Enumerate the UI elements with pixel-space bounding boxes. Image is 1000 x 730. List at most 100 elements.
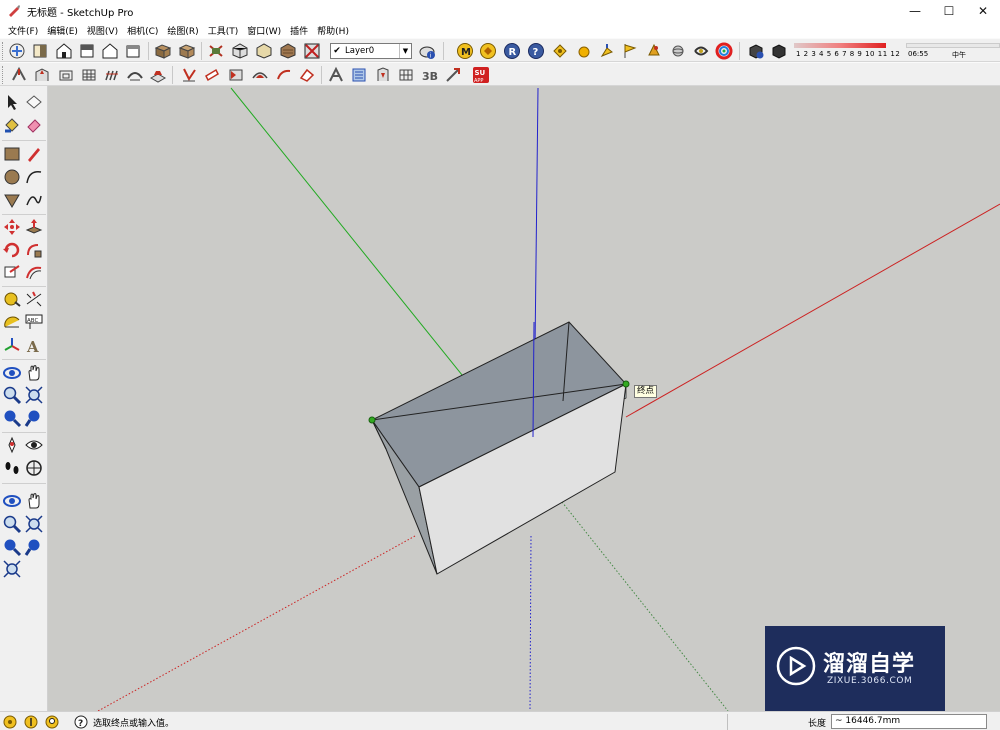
layer-manager-icon[interactable]: i bbox=[418, 42, 436, 60]
offset-icon[interactable] bbox=[57, 66, 75, 84]
arc-icon[interactable] bbox=[24, 167, 44, 187]
sun-ball-icon[interactable] bbox=[575, 42, 593, 60]
rectangle-icon[interactable] bbox=[2, 144, 22, 164]
smoove-icon[interactable] bbox=[126, 66, 144, 84]
position-camera-icon[interactable] bbox=[2, 435, 22, 455]
layer-select[interactable]: ✔ Layer0 ▼ bbox=[330, 43, 412, 59]
toolbar-grip[interactable] bbox=[2, 66, 5, 84]
walk-footprints-icon[interactable] bbox=[2, 458, 22, 478]
extension-warehouse-icon[interactable]: SU APP bbox=[472, 66, 490, 84]
solid-union-icon[interactable] bbox=[298, 66, 316, 84]
color-wheel-icon[interactable] bbox=[715, 42, 733, 60]
user-account-icon[interactable] bbox=[45, 715, 59, 729]
text-label-icon[interactable]: ABC bbox=[24, 312, 44, 332]
send-to-layout-icon[interactable] bbox=[444, 66, 462, 84]
chevron-down-icon[interactable]: ▼ bbox=[399, 44, 411, 58]
tape-measure-icon[interactable] bbox=[2, 289, 22, 309]
help-q-icon[interactable]: ? bbox=[527, 42, 545, 60]
menu-tools[interactable]: 工具(T) bbox=[204, 24, 243, 37]
fog-icon[interactable] bbox=[770, 42, 788, 60]
instructor-help-icon[interactable]: ? bbox=[74, 715, 88, 729]
flip-icon[interactable] bbox=[227, 66, 245, 84]
model-viewport[interactable]: 终点 溜溜自学 ZIXUE.3066.COM bbox=[48, 86, 1000, 711]
zoom-fit-icon[interactable] bbox=[2, 559, 22, 579]
zoom-2-icon[interactable] bbox=[2, 514, 22, 534]
stamp-icon[interactable] bbox=[149, 66, 167, 84]
solid-split-icon[interactable] bbox=[374, 66, 392, 84]
menu-edit[interactable]: 编辑(E) bbox=[43, 24, 82, 37]
move-icon[interactable] bbox=[2, 217, 22, 237]
menu-help[interactable]: 帮助(H) bbox=[313, 24, 353, 37]
minimize-button[interactable]: — bbox=[898, 0, 932, 22]
sphere-icon[interactable] bbox=[669, 42, 687, 60]
circle-icon[interactable] bbox=[2, 167, 22, 187]
zoom-extents-2-icon[interactable] bbox=[2, 537, 22, 557]
solid-inter-icon[interactable] bbox=[275, 66, 293, 84]
menu-file[interactable]: 文件(F) bbox=[4, 24, 42, 37]
credits-icon[interactable] bbox=[24, 715, 38, 729]
follow-me-tool-icon[interactable] bbox=[24, 240, 44, 260]
components-icon[interactable] bbox=[479, 42, 497, 60]
line-pencil-icon[interactable] bbox=[24, 144, 44, 164]
measurements-input[interactable]: ~ 16446.7mm bbox=[831, 714, 987, 729]
solid-subtract-icon[interactable] bbox=[327, 66, 345, 84]
swirl-icon[interactable] bbox=[692, 42, 710, 60]
maximize-button[interactable]: ☐ bbox=[932, 0, 966, 22]
section-fill-icon[interactable] bbox=[31, 42, 49, 60]
menu-draw[interactable]: 绘图(R) bbox=[163, 24, 202, 37]
menu-view[interactable]: 视图(V) bbox=[83, 24, 122, 37]
shadow-settings-strip[interactable]: 1 2 3 4 5 6 7 8 9 10 11 12 06:55 中午 bbox=[794, 43, 1000, 61]
freehand-icon[interactable] bbox=[24, 190, 44, 210]
menu-window[interactable]: 窗口(W) bbox=[243, 24, 285, 37]
polygon-icon[interactable] bbox=[2, 190, 22, 210]
monochrome-icon[interactable] bbox=[303, 42, 321, 60]
orbit-2-icon[interactable] bbox=[2, 491, 22, 511]
previous-view-icon[interactable] bbox=[24, 408, 44, 428]
tags-icon[interactable] bbox=[551, 42, 569, 60]
3d-warehouse-icon[interactable] bbox=[397, 66, 415, 84]
layout-3b-icon[interactable]: 3B bbox=[420, 66, 438, 84]
previous-view-2-icon[interactable] bbox=[24, 537, 44, 557]
hidden-line-icon[interactable] bbox=[231, 42, 249, 60]
month-slider[interactable] bbox=[794, 43, 886, 48]
render-r-icon[interactable]: R bbox=[503, 42, 521, 60]
flag-icon[interactable] bbox=[621, 42, 639, 60]
look-around-eye-icon[interactable] bbox=[24, 435, 44, 455]
pan-hand-2-icon[interactable] bbox=[24, 491, 44, 511]
zoom-window-2-icon[interactable] bbox=[24, 514, 44, 534]
sandbox-grid-icon[interactable] bbox=[80, 66, 98, 84]
back-edges-icon[interactable] bbox=[178, 42, 196, 60]
eraser-icon[interactable] bbox=[24, 115, 44, 135]
drape-icon[interactable] bbox=[180, 66, 198, 84]
zoom-extents-icon[interactable] bbox=[2, 408, 22, 428]
shadows-icon[interactable] bbox=[747, 42, 765, 60]
menu-plugins[interactable]: 插件 bbox=[286, 24, 312, 37]
front-view-icon[interactable] bbox=[101, 42, 119, 60]
solid-outer-icon[interactable] bbox=[251, 66, 269, 84]
rotate-icon[interactable] bbox=[2, 240, 22, 260]
axes-tool-icon[interactable] bbox=[2, 335, 22, 355]
model-scene[interactable] bbox=[48, 86, 1000, 711]
time-slider[interactable] bbox=[906, 43, 1000, 48]
wireframe-icon[interactable] bbox=[207, 42, 225, 60]
menu-camera[interactable]: 相机(C) bbox=[123, 24, 162, 37]
axes-icon[interactable] bbox=[598, 42, 616, 60]
orbit-icon[interactable] bbox=[2, 363, 22, 383]
solid-trim-icon[interactable] bbox=[350, 66, 368, 84]
zoom-window-icon[interactable] bbox=[24, 385, 44, 405]
xray-icon[interactable] bbox=[154, 42, 172, 60]
make-component-icon[interactable] bbox=[24, 92, 44, 112]
zoom-icon[interactable] bbox=[2, 385, 22, 405]
model-info-m-icon[interactable]: M bbox=[456, 42, 474, 60]
select-arrow-icon[interactable] bbox=[2, 92, 22, 112]
close-button[interactable]: ✕ bbox=[966, 0, 1000, 22]
contour-icon[interactable] bbox=[103, 66, 121, 84]
scale-icon[interactable] bbox=[2, 262, 22, 282]
shaded-icon[interactable] bbox=[255, 42, 273, 60]
getting-started-icon[interactable] bbox=[8, 42, 26, 60]
follow-me-icon[interactable] bbox=[33, 66, 51, 84]
top-view-icon[interactable] bbox=[78, 42, 96, 60]
section-plane-icon[interactable] bbox=[24, 458, 44, 478]
geo-location-icon[interactable] bbox=[3, 715, 17, 729]
protractor-icon[interactable] bbox=[2, 312, 22, 332]
